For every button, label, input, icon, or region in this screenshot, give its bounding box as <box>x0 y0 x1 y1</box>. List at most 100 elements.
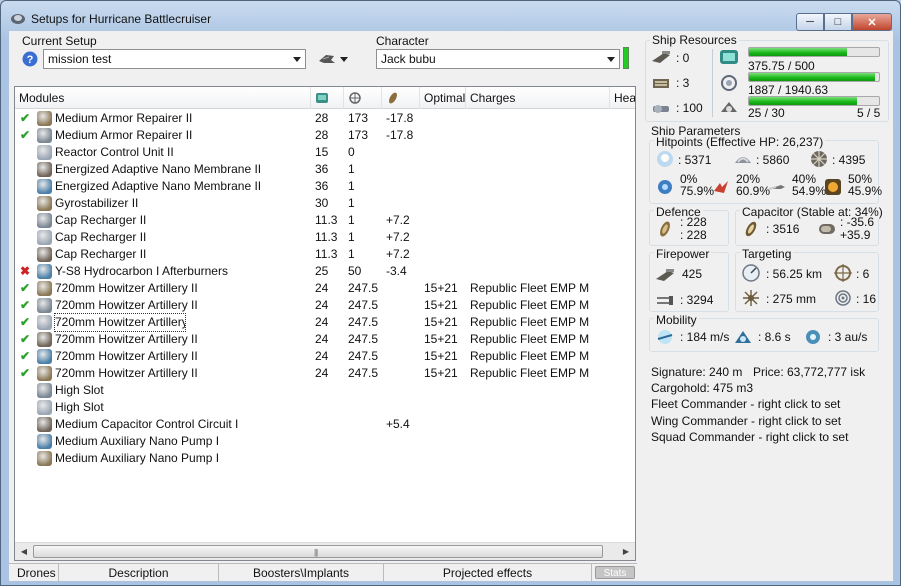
col-optimal[interactable]: Optimal <box>420 87 466 109</box>
minimize-button[interactable]: ─ <box>796 13 824 31</box>
repair-icon <box>660 221 670 237</box>
module-cpu: 24 <box>315 349 329 363</box>
table-row[interactable]: Reactor Control Unit II 15 0 <box>15 144 635 161</box>
squad-commander-slot[interactable]: Squad Commander - right click to set <box>651 430 848 444</box>
structure-hp-value: : 4395 <box>832 153 866 167</box>
firepower-value-1: 425 <box>682 267 703 281</box>
powergrid-icon <box>721 75 737 91</box>
fleet-commander-slot[interactable]: Fleet Commander - right click to set <box>651 397 840 411</box>
module-name: Energized Adaptive Nano Membrane II <box>55 162 262 176</box>
wing-commander-slot[interactable]: Wing Commander - right click to set <box>651 414 841 428</box>
tab-boosters-implants[interactable]: Boosters\Implants <box>219 564 384 582</box>
status-blank <box>20 383 32 398</box>
table-row[interactable]: ✔ 720mm Howitzer Artillery II 24 247.5 15+21… <box>15 331 635 348</box>
tab-stats[interactable]: Stats <box>595 566 635 579</box>
table-row[interactable]: Medium Auxiliary Nano Pump I <box>15 450 635 467</box>
turret-icon <box>652 51 670 63</box>
tab-description[interactable]: Description <box>59 564 219 582</box>
table-row[interactable]: ✔ Medium Armor Repairer II 28 173 -17.8 <box>15 110 635 127</box>
table-row[interactable]: Medium Auxiliary Nano Pump I <box>15 433 635 450</box>
setup-select-value: mission test <box>48 52 112 66</box>
table-row[interactable]: ✔ 720mm Howitzer Artillery II 24 247.5 15+21… <box>15 280 635 297</box>
col-cpu[interactable] <box>311 87 344 109</box>
module-cpu: 24 <box>315 315 329 329</box>
module-cpu: 11.3 <box>315 230 338 244</box>
module-name: Medium Auxiliary Nano Pump I <box>55 451 220 465</box>
module-capacitor <box>386 161 420 178</box>
help-icon[interactable]: ? <box>22 51 38 67</box>
table-row[interactable]: Gyrostabilizer II 30 1 <box>15 195 635 212</box>
targeting-range-value: : 56.25 km <box>766 267 823 281</box>
table-row[interactable]: ✔ 720mm Howitzer Artillery II 24 247.5 15+21… <box>15 348 635 365</box>
check-icon: ✔ <box>20 366 31 380</box>
character-status-indicator <box>623 47 629 69</box>
module-charges <box>470 195 610 212</box>
col-heat[interactable]: Hea <box>610 87 635 109</box>
module-cpu: 24 <box>315 298 329 312</box>
col-charges[interactable]: Charges <box>466 87 610 109</box>
module-cpu: 24 <box>315 332 329 346</box>
module-optimal <box>424 416 466 433</box>
velocity-value: : 184 m/s <box>680 330 730 344</box>
status-blank <box>20 247 32 262</box>
table-row[interactable]: High Slot <box>15 382 635 399</box>
horizontal-scrollbar[interactable]: ◀ ||| ▶ <box>15 542 635 560</box>
col-modules[interactable]: Modules <box>15 87 311 109</box>
module-optimal <box>424 212 466 229</box>
module-cpu: 28 <box>315 111 329 125</box>
modules-table[interactable]: Modules Optimal Charges Hea ✔ Medium Armo… <box>14 86 636 561</box>
powergrid-icon <box>349 92 361 104</box>
tab-drones[interactable]: Drones <box>9 564 59 582</box>
module-powergrid: 247.5 <box>348 366 379 380</box>
module-optimal <box>424 382 466 399</box>
drones-value: 5 / 5 <box>857 106 881 120</box>
module-icon <box>37 179 52 194</box>
module-powergrid: 1 <box>348 213 355 227</box>
close-button[interactable]: ✕ <box>852 13 892 31</box>
ship-menu-button[interactable] <box>316 49 352 69</box>
mobility-label: Mobility <box>654 313 699 327</box>
table-row[interactable]: ✔ 720mm Howitzer Artillery II 24 247.5 15+21… <box>15 365 635 382</box>
maximize-button[interactable]: □ <box>824 13 852 31</box>
powergrid-bar <box>748 72 880 82</box>
table-row[interactable]: ✔ 720mm Howitzer Artillery II 24 247.5 15+21… <box>15 297 635 314</box>
explosive-resist-value-2: 45.9% <box>848 184 883 198</box>
module-charges: Republic Fleet EMP M <box>470 332 590 346</box>
table-row[interactable]: ✔ Medium Armor Repairer II 28 173 -17.8 <box>15 127 635 144</box>
col-powergrid[interactable] <box>344 87 382 109</box>
warp-speed-value: : 3 au/s <box>828 330 868 344</box>
max-targets-value: : 6 <box>856 267 870 281</box>
col-capacitor[interactable] <box>382 87 420 109</box>
table-row[interactable]: Energized Adaptive Nano Membrane II 36 1 <box>15 161 635 178</box>
table-row[interactable]: ✔ 720mm Howitzer Artillery II 24 247.5 15+21… <box>15 313 635 332</box>
module-icon <box>37 247 52 262</box>
module-charges: Republic Fleet EMP M <box>470 349 590 363</box>
scrollbar-thumb[interactable]: ||| <box>33 545 603 558</box>
module-icon <box>37 128 52 143</box>
module-charges: Republic Fleet EMP M <box>470 281 590 295</box>
scan-resolution-icon <box>743 290 759 306</box>
module-charges: Republic Fleet EMP M <box>470 366 590 380</box>
table-row[interactable]: High Slot <box>15 399 635 416</box>
tab-projected-effects[interactable]: Projected effects <box>384 564 592 582</box>
table-row[interactable]: ✖ Y-S8 Hydrocarbon I Afterburners 25 50 -3.4 <box>15 263 635 280</box>
module-powergrid: 247.5 <box>348 315 379 329</box>
table-row[interactable]: Cap Recharger II 11.3 1 +7.2 <box>15 246 635 263</box>
character-select-value: Jack bubu <box>381 52 436 66</box>
status-blank <box>20 417 32 432</box>
table-row[interactable]: Energized Adaptive Nano Membrane II 36 1 <box>15 178 635 195</box>
table-row[interactable]: Cap Recharger II 11.3 1 +7.2 <box>15 212 635 229</box>
signature-value: Signature: 240 m <box>651 365 743 379</box>
em-resist-icon <box>658 180 672 194</box>
setup-select[interactable]: mission test <box>43 49 306 69</box>
scroll-right-icon[interactable]: ▶ <box>619 545 633 558</box>
max-targets-icon <box>834 264 852 282</box>
cpu-icon <box>316 93 328 103</box>
module-optimal <box>424 433 466 450</box>
module-charges <box>470 399 610 416</box>
table-row[interactable]: Cap Recharger II 11.3 1 +7.2 <box>15 229 635 246</box>
ship-resources-group: Ship Resources : 0 : 3 : 100 375.75 / 50… <box>645 33 889 122</box>
character-select[interactable]: Jack bubu <box>376 49 620 69</box>
scroll-left-icon[interactable]: ◀ <box>17 545 31 558</box>
table-row[interactable]: Medium Capacitor Control Circuit I +5.4 <box>15 416 635 433</box>
